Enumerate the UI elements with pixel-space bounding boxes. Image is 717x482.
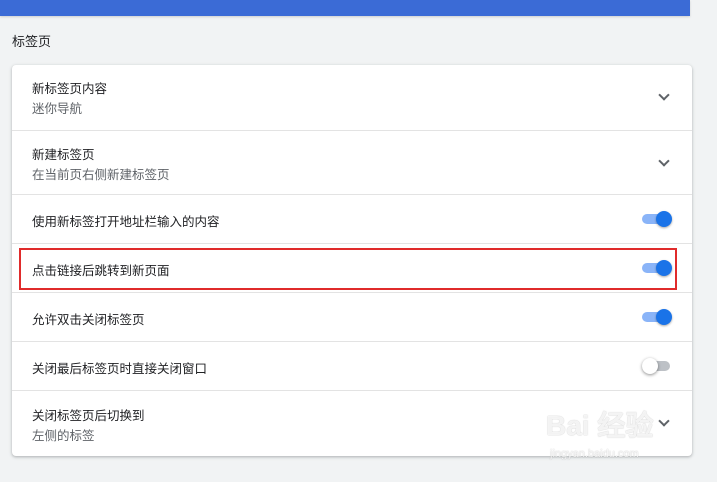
row-label: 关闭标签页后切换到 (32, 408, 145, 423)
row-label: 使用新标签打开地址栏输入的内容 (32, 214, 220, 229)
setting-row-after-close-switch-to[interactable]: 关闭标签页后切换到 左侧的标签 (12, 391, 692, 456)
section-title: 标签页 (12, 35, 52, 50)
setting-row-new-tab-content[interactable]: 新标签页内容 迷你导航 (12, 65, 692, 131)
row-label: 允许双击关闭标签页 (32, 312, 145, 327)
toggle-switch-on[interactable] (642, 211, 672, 227)
setting-row-link-opens-new-page[interactable]: 点击链接后跳转到新页面 (12, 244, 692, 293)
chevron-down-icon[interactable] (658, 89, 670, 101)
row-label: 新标签页内容 (32, 81, 108, 96)
toggle-switch-on[interactable] (642, 260, 672, 276)
setting-row-new-tab[interactable]: 新建标签页 在当前页右侧新建标签页 (12, 131, 692, 195)
setting-row-close-window-on-last-tab[interactable]: 关闭最后标签页时直接关闭窗口 (12, 342, 692, 391)
row-label: 关闭最后标签页时直接关闭窗口 (32, 361, 208, 376)
toggle-knob (656, 260, 672, 276)
toggle-switch-on[interactable] (642, 309, 672, 325)
row-label: 点击链接后跳转到新页面 (32, 263, 170, 278)
setting-row-double-click-close[interactable]: 允许双击关闭标签页 (12, 293, 692, 342)
row-label: 新建标签页 (32, 147, 95, 162)
chevron-down-icon[interactable] (658, 415, 670, 427)
row-value: 迷你导航 (32, 101, 83, 116)
tabs-settings-card: 新标签页内容 迷你导航 新建标签页 在当前页右侧新建标签页 使用新标签打开地址栏… (12, 65, 692, 456)
chevron-down-icon[interactable] (658, 155, 670, 167)
setting-row-open-address-in-new-tab[interactable]: 使用新标签打开地址栏输入的内容 (12, 195, 692, 244)
toggle-knob (656, 211, 672, 227)
toggle-knob (642, 358, 658, 374)
row-value: 在当前页右侧新建标签页 (32, 167, 170, 182)
row-value: 左侧的标签 (32, 428, 95, 443)
top-bar (0, 0, 690, 16)
toggle-switch-off[interactable] (642, 358, 672, 374)
toggle-knob (656, 309, 672, 325)
